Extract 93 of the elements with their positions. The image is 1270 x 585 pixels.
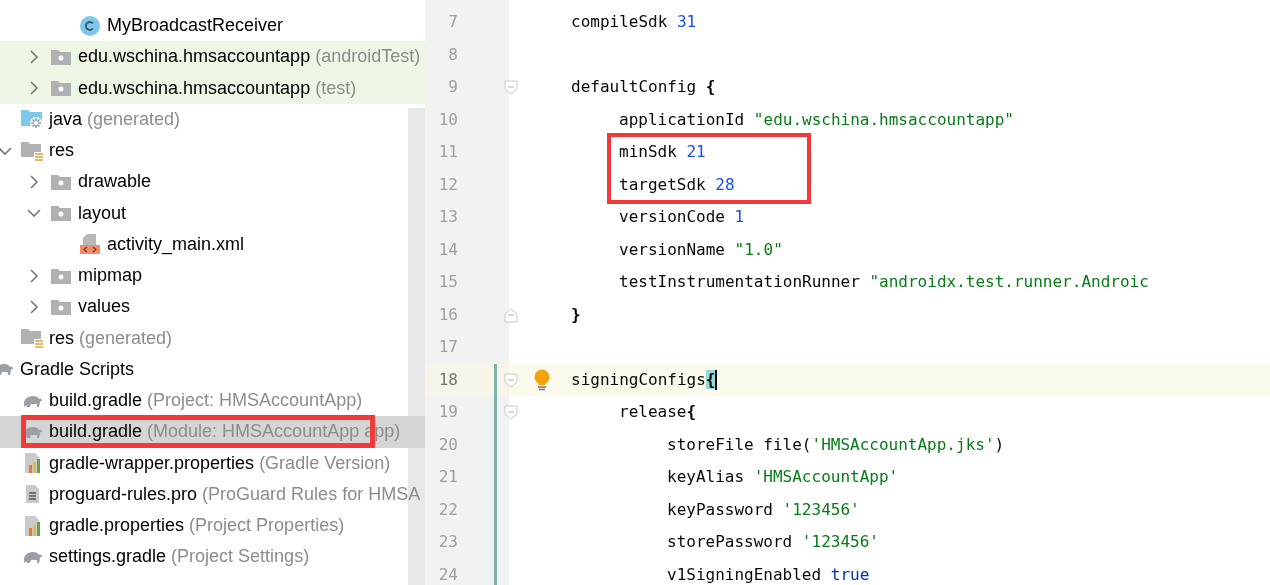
item-note: (generated) — [79, 326, 173, 350]
item-note: (ProGuard Rules for HMSA — [202, 482, 421, 506]
line-number: 9 — [447, 76, 458, 99]
folder-icon — [50, 204, 72, 223]
fold-marker-icon[interactable] — [504, 405, 518, 420]
item-label: MyBroadcastReceiver — [107, 14, 284, 38]
line-number: 24 — [437, 563, 458, 585]
item-label: res — [49, 139, 74, 163]
gear-folder-icon — [20, 108, 44, 131]
line-number: 11 — [437, 141, 458, 164]
line-number: 15 — [437, 271, 458, 294]
tree-item[interactable]: build.gradle (Project: HMSAccountApp) — [0, 385, 425, 417]
tree-item[interactable]: activity_main.xml — [0, 228, 425, 260]
item-note: (Project Settings) — [171, 545, 310, 569]
line-number: 13 — [437, 206, 458, 229]
tree-item[interactable]: edu.wschina.hmsaccountapp (androidTest) — [0, 41, 425, 73]
line-number: 8 — [447, 43, 458, 66]
code-line: testInstrumentationRunner "androidx.test.runner.Androic — [618, 271, 1149, 294]
line-number: 18 — [437, 368, 458, 391]
line-number: 16 — [437, 303, 458, 326]
code-line: signingConfigs{ — [571, 368, 717, 392]
item-label: values — [78, 295, 131, 319]
tree-item[interactable]: gradle.properties (Project Properties) — [0, 510, 425, 542]
code-line: keyPassword '123456' — [666, 498, 860, 521]
tree-item[interactable]: Gradle Scripts — [0, 353, 425, 385]
folder-icon — [50, 47, 72, 66]
item-label: activity_main.xml — [107, 232, 245, 257]
item-note: (test) — [315, 76, 357, 100]
code-line: targetSdk 28 — [618, 173, 735, 196]
class-icon — [79, 14, 101, 37]
item-label: build.gradle — [49, 420, 143, 444]
line-number: 19 — [437, 401, 458, 424]
code-line: versionCode 1 — [618, 206, 745, 229]
item-note: (Gradle Version) — [259, 451, 391, 475]
tree-item[interactable]: proguard-rules.pro (ProGuard Rules for HMSA — [0, 478, 425, 510]
code-line: versionName "1.0" — [618, 238, 783, 261]
code-line: minSdk 21 — [618, 141, 706, 164]
resource-folder-icon — [20, 139, 44, 162]
tree-item[interactable]: java (generated) — [0, 103, 425, 135]
line-number: 14 — [437, 238, 458, 261]
line-number: 20 — [437, 433, 458, 456]
tree-item[interactable]: settings.gradle (Project Settings) — [0, 541, 425, 573]
folder-icon — [50, 297, 72, 316]
item-label: java — [49, 107, 83, 131]
item-label: gradle.properties — [49, 514, 185, 538]
line-number: 21 — [437, 466, 458, 489]
line-number: 22 — [437, 498, 458, 521]
item-label: proguard-rules.pro — [49, 482, 198, 506]
item-note: (androidTest) — [315, 45, 421, 69]
tree-item[interactable]: values — [0, 291, 425, 323]
code-line: storeFile file('HMSAccountApp.jks') — [666, 433, 1005, 456]
xml-file-icon — [79, 233, 101, 256]
code-line: applicationId "edu.wschina.hmsaccountapp" — [618, 108, 1014, 131]
code-line: release{ — [618, 401, 697, 424]
code-line: } — [571, 303, 581, 326]
code-line: keyAlias 'HMSAccountApp' — [666, 466, 899, 489]
item-label: settings.gradle — [49, 545, 167, 569]
item-label: Gradle Scripts — [20, 357, 135, 381]
tree-item[interactable]: mipmap — [0, 260, 425, 292]
line-number: 7 — [447, 11, 458, 34]
tree-item[interactable]: layout — [0, 197, 425, 229]
code-line: defaultConfig { — [571, 76, 716, 99]
item-label: drawable — [78, 170, 152, 194]
item-label: build.gradle — [49, 389, 143, 413]
fold-marker-icon[interactable] — [504, 80, 518, 95]
item-label: edu.wschina.hmsaccountapp — [78, 76, 311, 100]
folder-icon — [50, 79, 72, 98]
item-note: (generated) — [87, 107, 181, 131]
item-label: layout — [78, 201, 127, 225]
line-number: 23 — [437, 531, 458, 554]
resource-folder-icon — [20, 327, 44, 350]
line-number: 17 — [437, 336, 458, 359]
tree-item[interactable]: res (generated) — [0, 322, 425, 354]
lightbulb-icon[interactable] — [533, 368, 551, 391]
tree-item[interactable]: gradle-wrapper.properties (Gradle Version) — [0, 447, 425, 479]
item-note: (Project Properties) — [189, 514, 345, 538]
item-label: edu.wschina.hmsaccountapp — [78, 45, 311, 69]
line-number: 10 — [437, 108, 458, 131]
tree-item[interactable]: res — [0, 135, 425, 167]
code-line: compileSdk 31 — [571, 11, 697, 34]
item-label: mipmap — [78, 264, 143, 288]
item-label: gradle-wrapper.properties — [49, 451, 255, 475]
tree-item[interactable]: edu.wschina.hmsaccountapp (test) — [0, 72, 425, 104]
folder-icon — [50, 266, 72, 285]
item-note: (Project: HMSAccountApp) — [147, 389, 363, 413]
item-label: res — [49, 326, 74, 350]
code-line: storePassword '123456' — [666, 531, 879, 554]
tree-item[interactable]: MyBroadcastReceiver — [0, 10, 425, 42]
line-number: 12 — [437, 173, 458, 196]
fold-marker-icon[interactable] — [504, 372, 518, 388]
folder-icon — [50, 172, 72, 191]
tree-item[interactable]: drawable — [0, 166, 425, 198]
code-line: v1SigningEnabled true — [666, 563, 870, 585]
